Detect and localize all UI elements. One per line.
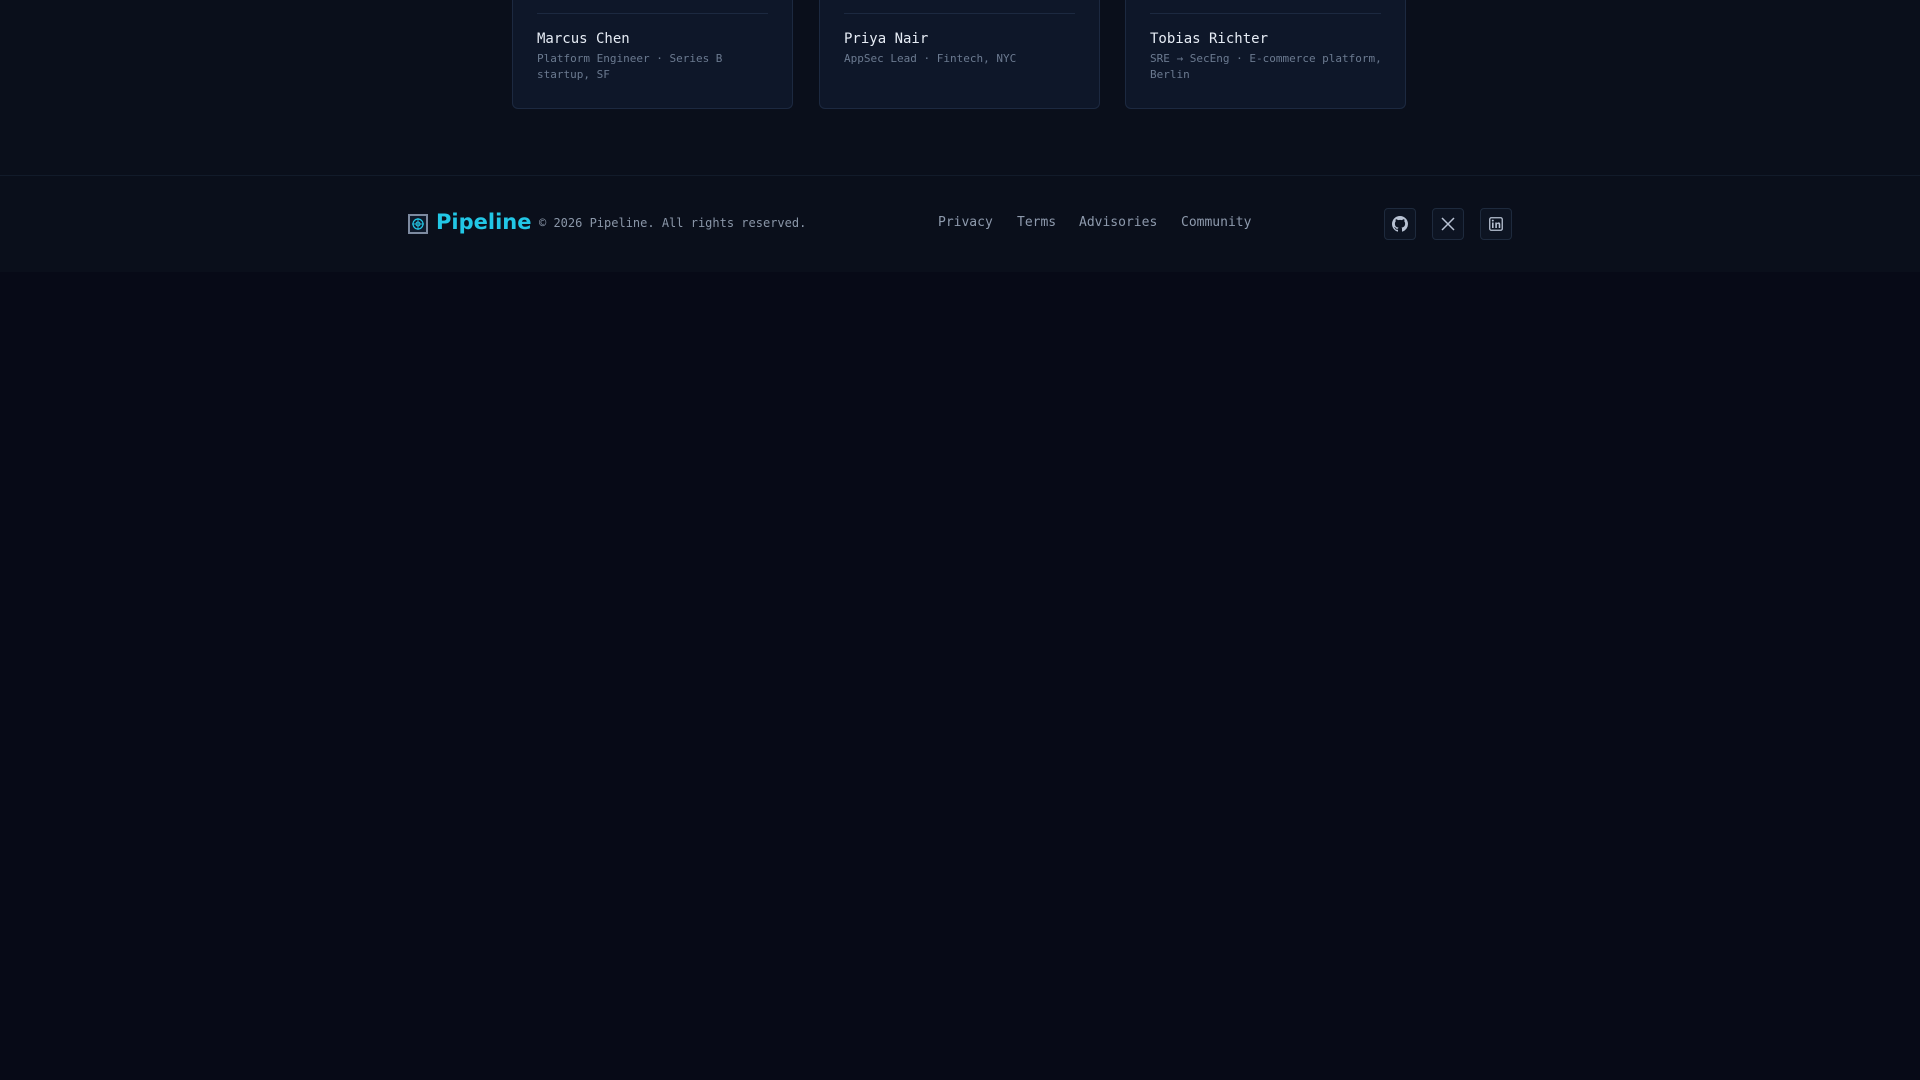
testimonial-author-name: Tobias Richter (1150, 31, 1269, 47)
card-divider (537, 13, 768, 14)
page-background (0, 272, 1920, 1080)
footer-link-advisories[interactable]: Advisories (1079, 215, 1157, 230)
footer-link-community[interactable]: Community (1181, 215, 1251, 230)
linkedin-icon[interactable] (1480, 208, 1512, 240)
github-icon[interactable] (1384, 208, 1416, 240)
testimonial-author-role: Platform Engineer · Series B startup, SF (537, 52, 723, 81)
testimonial-author-name: Marcus Chen (537, 31, 630, 47)
testimonial-author-role: AppSec Lead · Fintech, NYC (844, 52, 1017, 65)
footer-link-privacy[interactable]: Privacy (938, 215, 993, 230)
card-divider (844, 13, 1075, 14)
testimonial-card: Tobias Richter SRE → SecEng · E-commerce… (1125, 0, 1406, 109)
testimonial-author-role: SRE → SecEng · E-commerce platform, Berl… (1150, 52, 1382, 81)
footer-link-terms[interactable]: Terms (1017, 215, 1056, 230)
card-divider (1150, 13, 1381, 14)
x-icon[interactable] (1432, 208, 1464, 240)
testimonial-card: Marcus Chen Platform Engineer · Series B… (512, 0, 793, 109)
testimonial-card: Priya Nair AppSec Lead · Fintech, NYC (819, 0, 1100, 109)
testimonial-author-name: Priya Nair (844, 31, 929, 47)
brand-name[interactable]: Pipeline (436, 210, 531, 234)
testimonials-section: Marcus Chen Platform Engineer · Series B… (0, 0, 1920, 176)
pipeline-logo-icon[interactable] (408, 214, 428, 234)
copyright-text: © 2026 Pipeline. All rights reserved. (539, 216, 807, 230)
